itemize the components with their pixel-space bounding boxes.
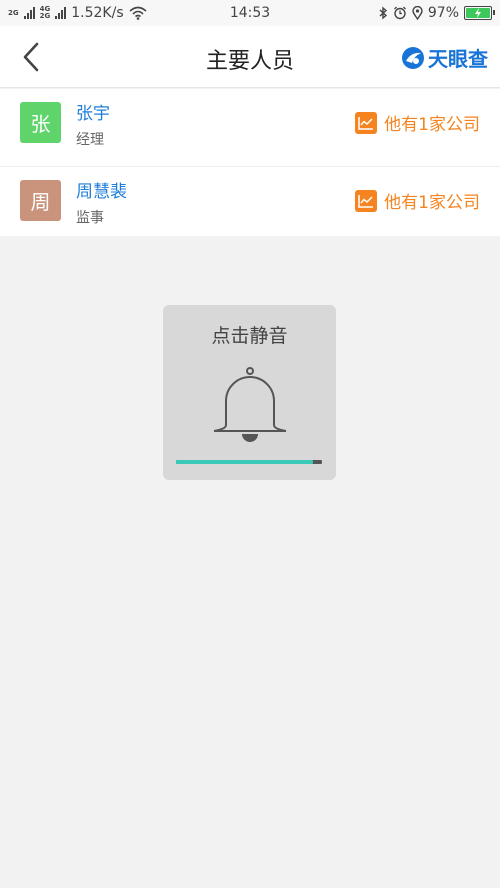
brand-name: 天眼查	[428, 47, 488, 71]
alarm-icon	[393, 6, 406, 20]
status-right: 97%	[378, 5, 495, 21]
trend-icon	[355, 189, 378, 212]
network-type-2-bottom: 2G	[39, 12, 51, 20]
company-count-text: 他有1家公司	[384, 115, 480, 135]
avatar: 张	[20, 102, 61, 143]
person-name[interactable]: 周慧裴	[76, 177, 127, 202]
battery-percent: 97%	[427, 5, 459, 21]
person-role: 监事	[76, 210, 104, 226]
volume-slider[interactable]	[176, 460, 322, 464]
status-left: 2G 4G 2G 1.52K/s	[8, 5, 147, 21]
trend-icon	[355, 111, 378, 134]
network-type-1: 2G	[8, 8, 19, 17]
brand-logo-icon	[402, 46, 424, 69]
company-count-text: 他有1家公司	[384, 193, 480, 213]
signal-icon-2	[55, 7, 67, 19]
mute-toast[interactable]: 点击静音	[163, 305, 336, 480]
avatar: 周	[20, 180, 61, 221]
network-type-2: 4G 2G	[40, 6, 51, 20]
person-role: 经理	[76, 132, 104, 148]
list-item[interactable]: 周 周慧裴 监事 他有1家公司	[0, 167, 500, 236]
company-count-link[interactable]: 他有1家公司	[355, 110, 480, 135]
person-list: 张 张宇 经理 他有1家公司 周 周慧裴 监事 他有1家公司	[0, 89, 500, 236]
volume-fill	[176, 460, 314, 464]
company-count-link[interactable]: 他有1家公司	[355, 188, 480, 213]
status-bar: 2G 4G 2G 1.52K/s 14:53 97%	[0, 0, 500, 26]
header-bar: 主要人员 天眼查	[0, 26, 500, 88]
location-icon	[412, 6, 423, 20]
list-item[interactable]: 张 张宇 经理 他有1家公司	[0, 89, 500, 167]
battery-icon	[464, 6, 495, 20]
bell-icon	[213, 367, 287, 442]
wifi-icon	[129, 6, 147, 20]
mute-label: 点击静音	[211, 325, 288, 347]
brand-logo[interactable]: 天眼查	[401, 43, 488, 72]
signal-icon	[23, 7, 35, 19]
person-name[interactable]: 张宇	[76, 99, 110, 124]
bluetooth-icon	[379, 6, 387, 20]
network-speed: 1.52K/s	[71, 5, 124, 21]
